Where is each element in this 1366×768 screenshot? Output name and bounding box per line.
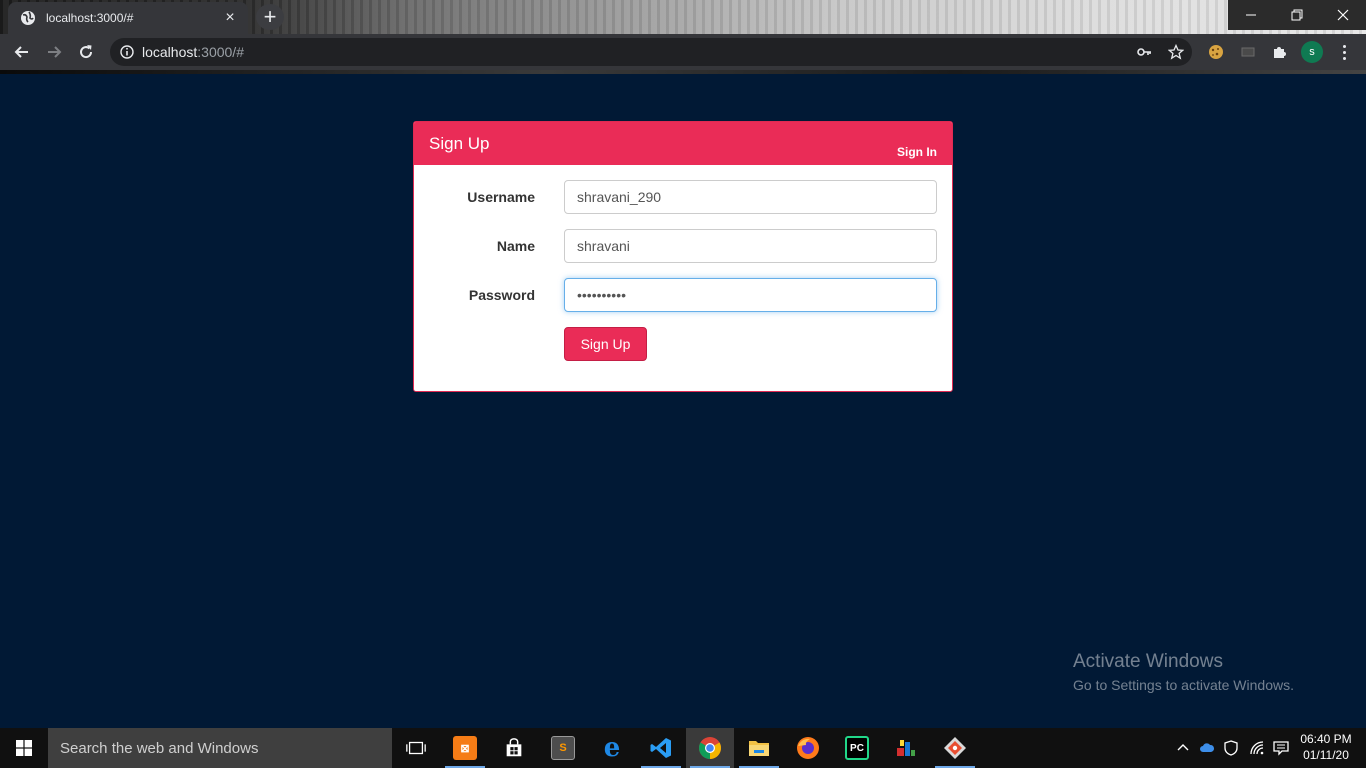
star-icon bbox=[1168, 44, 1184, 60]
extension-box-icon bbox=[1241, 47, 1255, 57]
key-icon bbox=[1137, 48, 1151, 56]
git-diamond-icon bbox=[944, 737, 966, 759]
chevron-up-icon bbox=[1177, 744, 1189, 751]
clock-time: 06:40 PM bbox=[1300, 732, 1352, 746]
info-icon[interactable] bbox=[120, 45, 134, 59]
minimize-icon bbox=[1246, 14, 1256, 16]
bookmark-button[interactable] bbox=[1164, 40, 1188, 64]
address-bar[interactable]: localhost:3000/# bbox=[110, 38, 1192, 66]
taskbar-search-placeholder: Search the web and Windows bbox=[60, 739, 259, 757]
url-host: localhost bbox=[142, 44, 198, 60]
sublime-text-icon: S bbox=[551, 736, 575, 760]
show-hidden-icons-button[interactable] bbox=[1171, 728, 1195, 768]
chrome-icon bbox=[699, 737, 721, 759]
close-icon bbox=[1337, 9, 1349, 21]
close-tab-icon[interactable]: × bbox=[222, 9, 238, 27]
edge-icon: e bbox=[603, 733, 621, 763]
close-window-button[interactable] bbox=[1320, 0, 1366, 30]
start-button[interactable] bbox=[0, 728, 48, 768]
cloud-icon bbox=[1200, 743, 1215, 752]
action-center-icon bbox=[1273, 741, 1289, 756]
card-title: Sign Up bbox=[429, 134, 490, 153]
xampp-icon: ⊠ bbox=[453, 736, 477, 760]
back-arrow-icon bbox=[14, 46, 28, 58]
pycharm-icon: PC bbox=[845, 736, 869, 760]
vscode-icon bbox=[650, 738, 671, 758]
url-path: :3000/# bbox=[197, 44, 244, 60]
taskbar-xampp[interactable]: ⊠ bbox=[441, 728, 489, 768]
taskbar-app-blocks[interactable] bbox=[882, 728, 930, 768]
taskbar-search-box[interactable]: Search the web and Windows bbox=[48, 728, 392, 768]
name-row: Name bbox=[414, 229, 952, 263]
password-input[interactable] bbox=[564, 278, 937, 312]
name-input[interactable] bbox=[564, 229, 937, 263]
shield-icon bbox=[1224, 740, 1238, 756]
reload-icon bbox=[80, 45, 93, 59]
browser-toolbar: localhost:3000/# s bbox=[0, 34, 1366, 74]
forward-button[interactable] bbox=[42, 40, 66, 64]
puzzle-icon bbox=[1274, 47, 1286, 58]
taskbar-store[interactable] bbox=[490, 728, 538, 768]
back-button[interactable] bbox=[10, 40, 34, 64]
activate-windows-watermark: Activate Windows Go to Settings to activ… bbox=[1073, 651, 1294, 693]
network-tray[interactable] bbox=[1245, 728, 1269, 768]
forward-arrow-icon bbox=[48, 46, 62, 58]
watermark-subtitle: Go to Settings to activate Windows. bbox=[1073, 677, 1294, 693]
onedrive-tray[interactable] bbox=[1195, 728, 1219, 768]
card-header: Sign Up Sign In bbox=[414, 122, 952, 165]
minimize-button[interactable] bbox=[1228, 0, 1274, 30]
taskbar-clock[interactable]: 06:40 PM 01/11/20 bbox=[1296, 731, 1356, 763]
password-label: Password bbox=[468, 287, 535, 303]
taskbar-edge[interactable]: e bbox=[588, 728, 636, 768]
profile-avatar[interactable]: s bbox=[1301, 41, 1323, 63]
cookie-icon bbox=[1209, 45, 1223, 59]
taskbar-git[interactable] bbox=[931, 728, 979, 768]
reload-button[interactable] bbox=[74, 40, 98, 64]
browser-tab[interactable]: localhost:3000/# × bbox=[8, 2, 248, 34]
username-label: Username bbox=[467, 189, 535, 205]
windows-logo-icon bbox=[16, 740, 32, 756]
watermark-title: Activate Windows bbox=[1073, 651, 1223, 672]
signup-card: Sign Up Sign In Username Name Password S… bbox=[413, 121, 953, 392]
tab-title: localhost:3000/# bbox=[46, 11, 134, 25]
extension-button[interactable] bbox=[1236, 40, 1260, 64]
security-tray[interactable] bbox=[1219, 728, 1243, 768]
firefox-icon bbox=[797, 737, 819, 759]
taskbar-vscode[interactable] bbox=[637, 728, 685, 768]
sign-up-button[interactable]: Sign Up bbox=[564, 327, 647, 361]
task-view-button[interactable] bbox=[392, 728, 440, 768]
extensions-menu-button[interactable] bbox=[1268, 40, 1292, 64]
wifi-icon bbox=[1250, 741, 1264, 755]
username-row: Username bbox=[414, 180, 952, 214]
task-view-icon bbox=[406, 741, 426, 755]
folder-icon bbox=[749, 741, 769, 756]
restore-icon bbox=[1291, 9, 1303, 21]
password-row: Password bbox=[414, 278, 952, 312]
taskbar-firefox[interactable] bbox=[784, 728, 832, 768]
sign-in-link[interactable]: Sign In bbox=[897, 145, 937, 159]
password-key-button[interactable] bbox=[1132, 40, 1156, 64]
taskbar-chrome[interactable] bbox=[686, 728, 734, 768]
taskbar: Search the web and Windows ⊠ S e PC 06:4… bbox=[0, 728, 1366, 768]
restore-button[interactable] bbox=[1274, 0, 1320, 30]
taskbar-sublime[interactable]: S bbox=[539, 728, 587, 768]
new-tab-button[interactable]: + bbox=[256, 4, 284, 30]
clock-date: 01/11/20 bbox=[1303, 748, 1349, 762]
taskbar-pycharm[interactable]: PC bbox=[833, 728, 881, 768]
name-label: Name bbox=[496, 238, 535, 254]
browser-menu-icon[interactable] bbox=[1336, 41, 1352, 63]
blocks-app-icon bbox=[897, 740, 915, 756]
taskbar-file-explorer[interactable] bbox=[735, 728, 783, 768]
notifications-tray[interactable] bbox=[1269, 728, 1293, 768]
cookie-extension-button[interactable] bbox=[1204, 40, 1228, 64]
globe-icon bbox=[21, 11, 35, 25]
username-input[interactable] bbox=[564, 180, 937, 214]
store-bag-icon bbox=[506, 738, 522, 757]
